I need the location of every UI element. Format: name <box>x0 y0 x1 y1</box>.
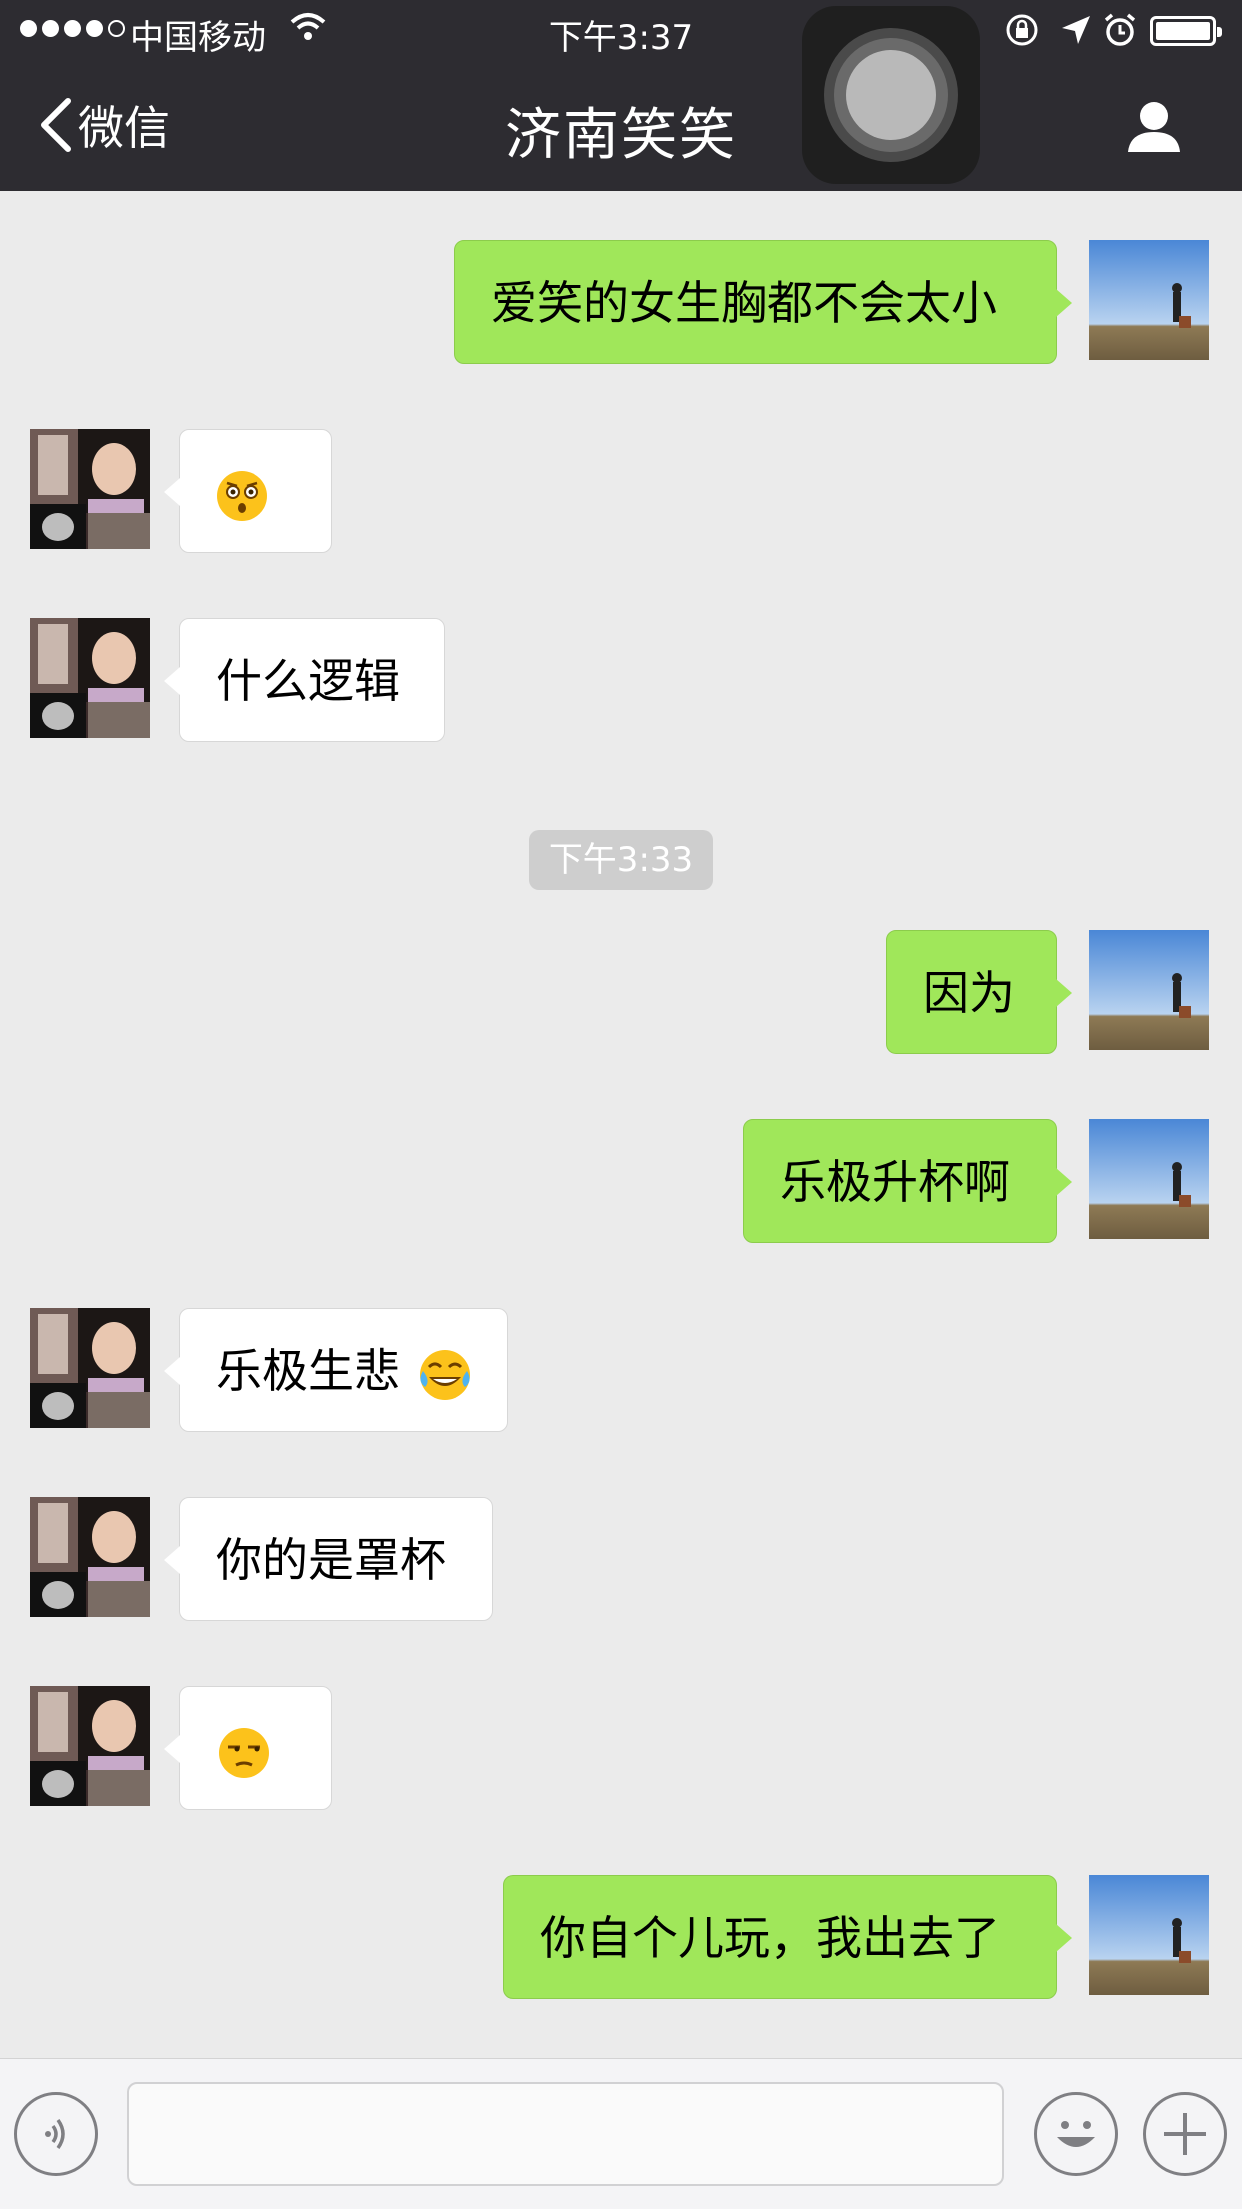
assistive-touch-button[interactable] <box>802 6 980 184</box>
location-arrow-icon <box>1062 16 1090 44</box>
voice-icon <box>45 2118 65 2150</box>
contact-avatar[interactable] <box>30 1686 150 1806</box>
message-text: 什么逻辑 <box>216 654 400 708</box>
message-text: 爱笑的女生胸都不会太小 <box>491 276 997 330</box>
voice-button[interactable] <box>14 2092 98 2176</box>
my-avatar[interactable] <box>1089 1875 1209 1995</box>
my-avatar[interactable] <box>1089 930 1209 1050</box>
message-text: 你自个儿玩，我出去了 <box>540 1911 1000 1965</box>
tears-of-joy-emoji <box>419 1349 470 1400</box>
chat-timestamp: 下午3:33 <box>529 830 713 890</box>
my-avatar[interactable] <box>1089 240 1209 360</box>
message-text: 因为 <box>923 966 1015 1020</box>
message-bubble-outgoing[interactable]: 你自个儿玩，我出去了 <box>503 1875 1072 1999</box>
message-bubble-incoming[interactable]: 你的是罩杯 <box>164 1497 493 1621</box>
message-text: 乐极升杯啊 <box>780 1155 1010 1209</box>
status-bar: 中国移动 下午3:37 <box>0 0 1242 62</box>
battery-icon <box>1150 16 1222 46</box>
contact-avatar[interactable] <box>30 429 150 549</box>
my-avatar[interactable] <box>1089 1119 1209 1239</box>
message-text: 乐极生悲 <box>216 1344 400 1398</box>
message-bubble-incoming[interactable]: 什么逻辑 <box>164 618 445 742</box>
chat-title: 济南笑笑 <box>505 103 737 168</box>
alarm-icon <box>1104 13 1136 46</box>
unamused-face-emoji <box>219 1727 269 1778</box>
top-bar: 中国移动 下午3:37 微信 济南笑笑 <box>0 0 1242 191</box>
plus-icon <box>1164 2113 1206 2155</box>
message-bubble-outgoing[interactable]: 爱笑的女生胸都不会太小 <box>454 240 1072 364</box>
add-button[interactable] <box>1143 2092 1227 2176</box>
astonished-face-emoji <box>217 470 267 521</box>
profile-icon[interactable] <box>1124 96 1184 156</box>
input-bar <box>0 2058 1242 2209</box>
message-text: 你的是罩杯 <box>216 1533 446 1587</box>
emoji-button[interactable] <box>1034 2092 1118 2176</box>
message-bubble-incoming[interactable]: 乐极生悲 <box>164 1308 508 1432</box>
message-bubble-outgoing[interactable]: 乐极升杯啊 <box>743 1119 1072 1243</box>
message-bubble-incoming[interactable] <box>164 1686 332 1810</box>
message-input[interactable] <box>127 2082 1004 2186</box>
rotation-lock-icon <box>1006 14 1038 46</box>
message-bubble-incoming[interactable] <box>164 429 332 553</box>
contact-avatar[interactable] <box>30 618 150 738</box>
status-time: 下午3:37 <box>548 18 694 58</box>
message-bubble-outgoing[interactable]: 因为 <box>886 930 1072 1054</box>
contact-avatar[interactable] <box>30 1497 150 1617</box>
emoji-icon <box>1057 2121 1095 2147</box>
contact-avatar[interactable] <box>30 1308 150 1428</box>
